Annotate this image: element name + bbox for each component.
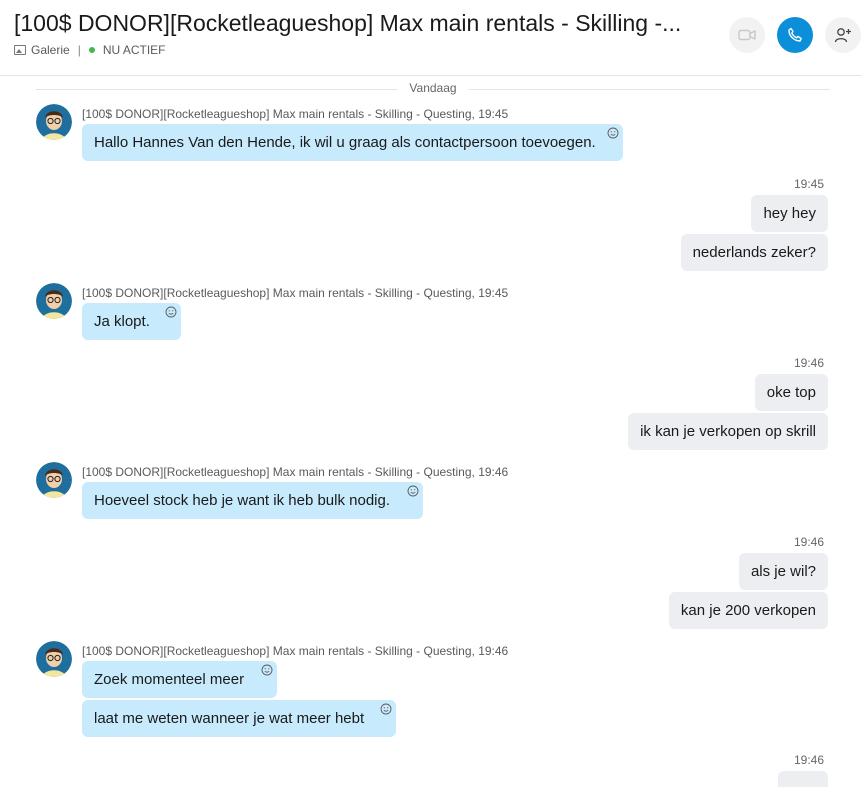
message-bubble-outgoing[interactable]: als je wil? <box>738 553 828 590</box>
phone-icon <box>788 27 802 42</box>
sender-avatar[interactable] <box>36 641 72 677</box>
message-text: Hallo Hannes Van den Hende, ik wil u gra… <box>94 134 596 151</box>
message-text: Ja klopt. <box>94 313 150 330</box>
message-bubble-outgoing[interactable]: kan je 200 verkopen <box>668 592 828 629</box>
message-sender: [100$ DONOR][Rocketleagueshop] Max main … <box>82 644 509 658</box>
message-bubble-incoming[interactable]: Hoeveel stock heb je want ik heb bulk no… <box>82 482 423 519</box>
conversation-title[interactable]: [100$ DONOR][Rocketleagueshop] Max main … <box>14 10 681 37</box>
message-bubble-incoming[interactable]: laat me weten wanneer je wat meer hebt <box>82 700 396 737</box>
message-text: Hoeveel stock heb je want ik heb bulk no… <box>94 492 391 509</box>
message-bubble-incoming[interactable]: Zoek momenteel meer <box>82 661 277 698</box>
message-timestamp: 19:46 <box>793 535 824 549</box>
gallery-link[interactable]: Galerie <box>31 43 70 57</box>
add-person-icon <box>834 28 851 43</box>
day-divider: Vandaag <box>36 81 830 97</box>
message-timestamp: 19:46 <box>793 356 824 370</box>
message-text: laat me weten wanneer je wat meer hebt <box>94 710 365 727</box>
gallery-icon[interactable] <box>14 45 26 55</box>
add-participant-button[interactable] <box>825 17 861 53</box>
video-call-button[interactable] <box>729 17 765 53</box>
sender-avatar[interactable] <box>36 104 72 140</box>
reaction-icon[interactable] <box>165 306 177 318</box>
avatar-icon <box>36 462 72 498</box>
status-label: NU ACTIEF <box>102 43 166 57</box>
sender-avatar[interactable] <box>36 462 72 498</box>
avatar-icon <box>36 641 72 677</box>
subbar-separator: | <box>77 43 81 57</box>
message-bubble-incoming[interactable]: Hallo Hannes Van den Hende, ik wil u gra… <box>82 124 623 161</box>
message-timestamp: 19:46 <box>793 753 824 767</box>
day-label: Vandaag <box>397 81 469 95</box>
reaction-icon[interactable] <box>261 664 273 676</box>
avatar-icon <box>36 283 72 319</box>
message-timestamp: 19:45 <box>793 177 824 191</box>
message-bubble-outgoing[interactable]: nederlands zeker? <box>680 234 828 271</box>
video-call-icon <box>738 29 756 41</box>
reaction-icon[interactable] <box>380 703 392 715</box>
message-bubble-outgoing[interactable]: ik kan je verkopen op skrill <box>628 413 828 450</box>
reaction-icon[interactable] <box>607 127 619 139</box>
audio-call-button[interactable] <box>777 17 813 53</box>
chat-header: [100$ DONOR][Rocketleagueshop] Max main … <box>0 0 862 76</box>
message-bubble-outgoing[interactable]: oke top <box>754 374 828 411</box>
reaction-icon[interactable] <box>407 485 419 497</box>
message-sender: [100$ DONOR][Rocketleagueshop] Max main … <box>82 107 509 121</box>
conversation-subbar: Galerie | NU ACTIEF <box>14 43 165 57</box>
sender-avatar[interactable] <box>36 283 72 319</box>
message-sender: [100$ DONOR][Rocketleagueshop] Max main … <box>82 465 509 479</box>
avatar-icon <box>36 104 72 140</box>
message-sender: [100$ DONOR][Rocketleagueshop] Max main … <box>82 286 509 300</box>
message-bubble-incoming[interactable]: Ja klopt. <box>82 303 181 340</box>
message-text: Zoek momenteel meer <box>94 671 245 688</box>
message-bubble-outgoing[interactable] <box>778 771 828 787</box>
message-bubble-outgoing[interactable]: hey hey <box>751 195 828 232</box>
status-dot-icon <box>88 47 95 53</box>
